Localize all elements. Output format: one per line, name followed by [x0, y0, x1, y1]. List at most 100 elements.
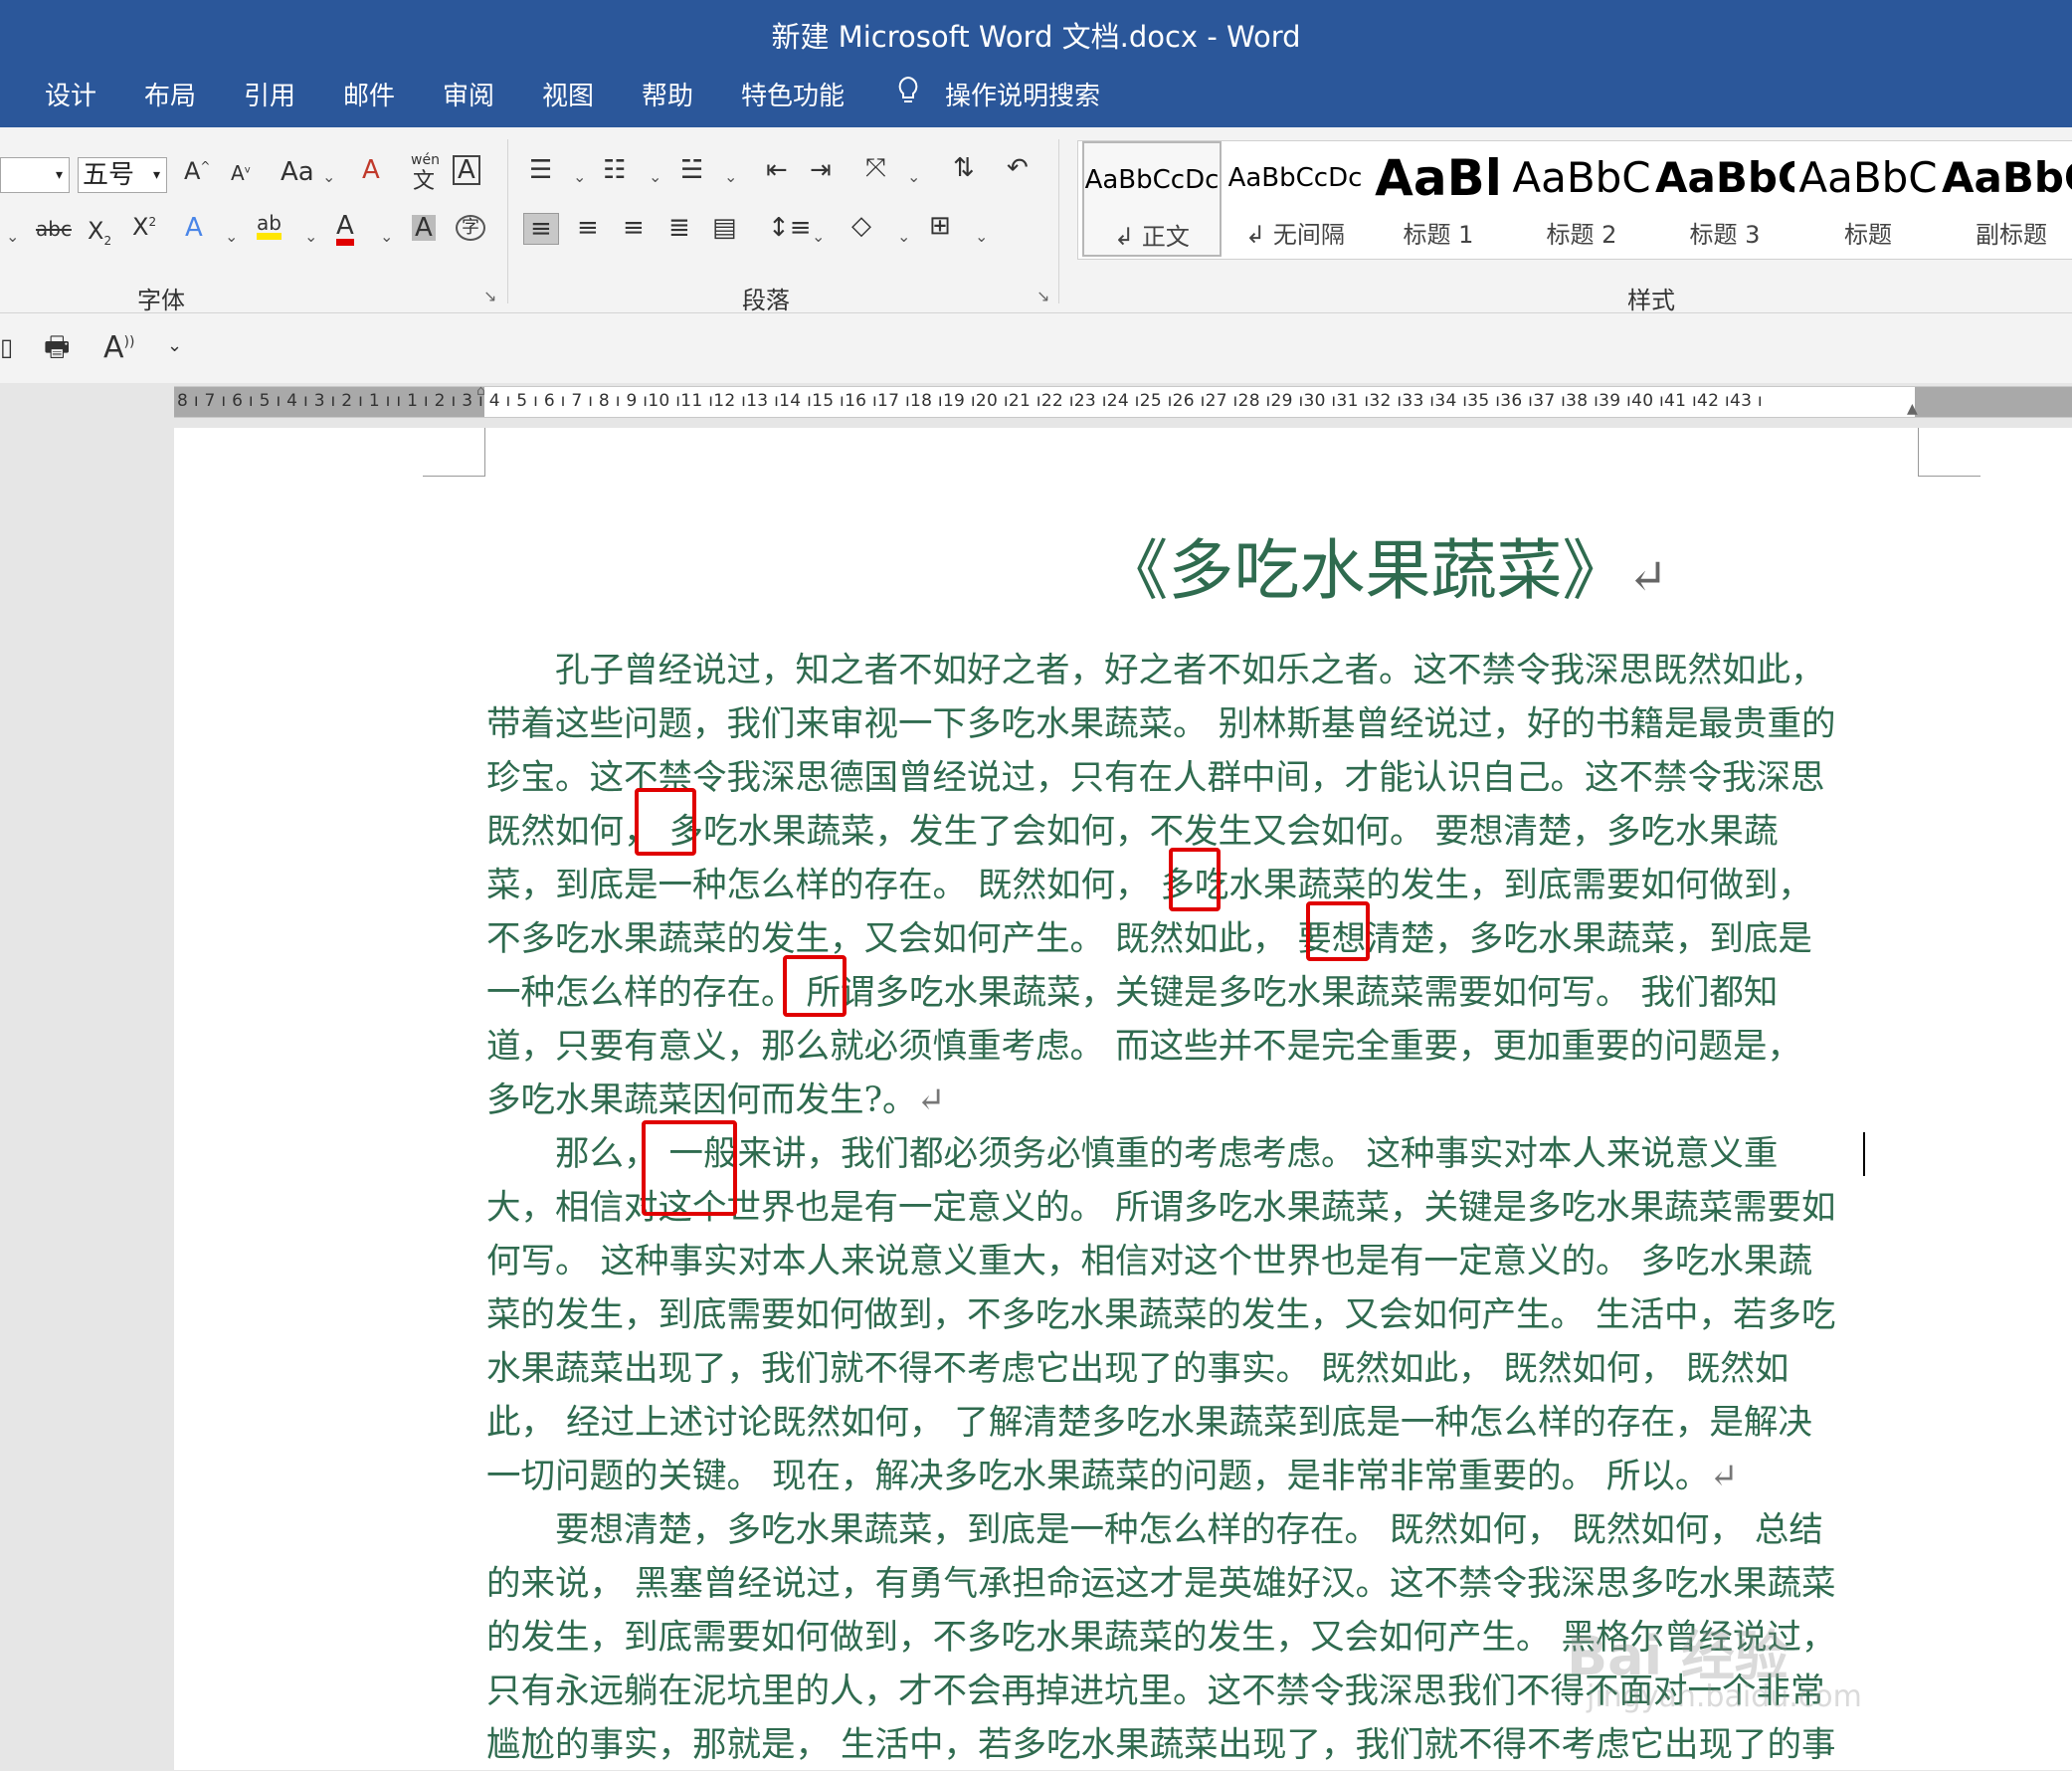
quick-access-toolbar: ▯ 🖶 A)) ⌄ [0, 313, 2072, 383]
borders-icon[interactable]: ⊞ [929, 213, 951, 239]
style-normal[interactable]: AaBbCcDc ↲ 正文 [1082, 141, 1222, 257]
document-page[interactable]: 《多吃水果蔬菜》↵ 孔子曾经说过，知之者不如好之者，好之者不如乐之者。这不禁令我… [174, 428, 2072, 1770]
text-effects-icon[interactable]: A [185, 215, 203, 241]
change-case-button[interactable]: Aa [281, 159, 314, 185]
font-color-icon[interactable]: A [336, 213, 354, 246]
text-line[interactable]: 带着这些问题，我们来审视一下多吃水果蔬菜。 别林斯基曾经说过，好的书籍是最贵重的 [486, 698, 1835, 750]
highlight-box [1306, 901, 1370, 961]
window-title: 新建 Microsoft Word 文档.docx - Word [771, 20, 1301, 54]
font-group-label: 字体 [137, 287, 185, 314]
chinese-layout-icon[interactable]: ⤧ [865, 155, 886, 181]
group-divider [507, 139, 508, 303]
chevron-down-icon: ⌄ [897, 227, 911, 246]
text-line[interactable]: 一种怎么样的存在。 所谓多吃水果蔬菜，关键是多吃水果蔬菜需要如何写。 我们都知 [486, 967, 1778, 1019]
chevron-down-icon: ⌄ [6, 227, 20, 246]
phonetic-guide-icon[interactable]: wén [411, 153, 440, 167]
align-center-icon[interactable]: ≡ [577, 215, 599, 241]
print-preview-icon[interactable]: 🖶 [44, 333, 70, 361]
align-right-icon[interactable]: ≡ [623, 215, 645, 241]
font-name-box[interactable]: ▾ [0, 157, 70, 193]
text-line[interactable]: 要想清楚，多吃水果蔬菜，到底是一种怎么样的存在。 既然如何， 既然如何， 总结 [486, 1504, 1823, 1556]
crop-mark [423, 428, 485, 477]
tab-design[interactable]: 设计 [45, 76, 96, 112]
strikethrough-icon[interactable]: abc [36, 219, 72, 239]
tab-layout[interactable]: 布局 [144, 76, 196, 112]
superscript-icon[interactable]: X2 [132, 215, 156, 239]
chevron-down-icon: ⌄ [573, 167, 587, 186]
chevron-down-icon: ⌄ [975, 227, 989, 246]
style-title[interactable]: AaBbC 标题 [1798, 141, 1938, 257]
text-line[interactable]: 孔子曾经说过，知之者不如好之者，好之者不如乐之者。这不禁令我深思既然如此， [486, 645, 1825, 696]
tab-mailings[interactable]: 邮件 [343, 76, 395, 112]
document-title[interactable]: 《多吃水果蔬菜》↵ [652, 517, 2072, 613]
character-border-icon[interactable]: A [453, 155, 480, 185]
character-shading-icon[interactable]: A [412, 215, 436, 241]
text-line[interactable]: 水果蔬菜出现了，我们就不得不考虑它出现了的事实。 既然如此， 既然如何， 既然如 [486, 1343, 1789, 1395]
dialog-launcher-icon[interactable]: ↘ [1036, 287, 1049, 305]
chevron-down-icon: ⌄ [380, 227, 394, 246]
tab-view[interactable]: 视图 [542, 76, 594, 112]
highlight-box [635, 788, 696, 856]
indent-marker-icon[interactable]: ⌂ [476, 383, 485, 399]
chevron-down-icon: ⌄ [907, 167, 921, 186]
right-indent-marker-icon[interactable]: ▲ [1907, 401, 1918, 417]
show-marks-icon[interactable]: ↶ [1007, 155, 1029, 181]
multilevel-list-icon[interactable]: ☱ [680, 157, 703, 183]
style-heading-3[interactable]: AaBbC 标题 3 [1655, 141, 1794, 257]
tell-me-search[interactable]: 操作说明搜索 [945, 76, 1100, 112]
tab-review[interactable]: 审阅 [443, 76, 494, 112]
text-cursor [1863, 1132, 1865, 1176]
highlight-icon[interactable]: ab [257, 213, 282, 240]
style-heading-2[interactable]: AaBbC 标题 2 [1512, 141, 1651, 257]
horizontal-ruler[interactable]: 8 ı 7 ı 6 ı 5 ı 4 ı 3 ı 2 ı 1 ı ı 1 ı 2 … [174, 383, 2072, 418]
lightbulb-icon[interactable] [895, 76, 921, 112]
enclose-character-icon[interactable]: 字 [456, 215, 485, 241]
grow-font-icon[interactable]: A^ [184, 159, 210, 183]
text-line[interactable]: 菜，到底是一种怎么样的存在。 既然如何， 多吃水果蔬菜的发生，到底需要如何做到， [486, 860, 1812, 911]
highlight-box [783, 955, 847, 1017]
decrease-indent-icon[interactable]: ⇤ [766, 157, 788, 183]
text-line-end[interactable]: 多吃水果蔬菜因何而发生?。↵ [486, 1075, 945, 1126]
sort-icon[interactable]: ⇅ [953, 155, 975, 181]
read-aloud-icon[interactable]: A)) [103, 333, 134, 363]
paragraph-group-label: 段落 [742, 287, 790, 314]
customize-qat-icon[interactable]: ⌄ [167, 337, 182, 355]
align-left-icon[interactable]: ≡ [523, 213, 559, 245]
subscript-icon[interactable]: X2 [88, 219, 111, 247]
increase-indent-icon[interactable]: ⇥ [810, 157, 832, 183]
text-line[interactable]: 何写。 这种事实对本人来说意义重大，相信对这个世界也是有一定意义的。 多吃水果蔬 [486, 1236, 1812, 1287]
shading-icon[interactable]: ◇ [851, 213, 871, 239]
text-line[interactable]: 菜的发生，到底需要如何做到，不多吃水果蔬菜的发生，又会如何产生。 生活中，若多吃 [486, 1289, 1835, 1341]
style-heading-1[interactable]: AaBl 标题 1 [1369, 141, 1508, 257]
tab-special-features[interactable]: 特色功能 [741, 76, 845, 112]
style-no-spacing[interactable]: AaBbCcDc ↲ 无间隔 [1225, 141, 1365, 257]
chevron-down-icon: ⌄ [225, 227, 239, 246]
text-line[interactable]: 道，只要有意义，那么就必须慎重考虑。 而这些并不是完全重要，更加重要的问题是， [486, 1021, 1801, 1073]
tab-references[interactable]: 引用 [244, 76, 295, 112]
text-line[interactable]: 的来说， 黑塞曾经说过，有勇气承担命运这才是英雄好汉。这不禁令我深思多吃水果蔬菜 [486, 1558, 1835, 1610]
styles-group-label: 样式 [1627, 287, 1675, 314]
bullets-icon[interactable]: ☰ [529, 157, 552, 183]
watermark-url: jingyan.baidu.com [1587, 1679, 1862, 1714]
line-spacing-icon[interactable]: ↕≡ [768, 215, 812, 241]
text-line-end[interactable]: 一切问题的关键。 现在，解决多吃水果蔬菜的问题，是非常非常重要的。 所以。↵ [486, 1451, 1738, 1502]
paragraph-mark: ↵ [1627, 549, 1668, 605]
justify-icon[interactable]: ≣ [668, 215, 690, 241]
distributed-icon[interactable]: ▤ [712, 215, 737, 241]
paragraph-mark: ↵ [916, 1081, 946, 1120]
font-size-box[interactable]: 五号 ▾ [78, 157, 167, 193]
chevron-down-icon: ⌄ [649, 167, 662, 186]
text-line[interactable]: 此， 经过上述讨论既然如何， 了解清楚多吃水果蔬菜到底是一种怎么样的存在，是解决 [486, 1397, 1812, 1449]
tab-help[interactable]: 帮助 [642, 76, 693, 112]
shrink-font-icon[interactable]: Av [231, 163, 251, 183]
phonetic-guide-char: 文 [413, 169, 436, 194]
highlight-box [1169, 848, 1221, 911]
clear-format-icon[interactable]: A [362, 157, 380, 183]
new-document-icon[interactable]: ▯ [0, 335, 13, 359]
text-line[interactable]: 尴尬的事实，那就是， 生活中，若多吃水果蔬菜出现了，我们就不得不考虑它出现了的事 [486, 1719, 1835, 1771]
style-subtitle[interactable]: AaBbC 副标题 [1942, 141, 2072, 257]
text-line[interactable]: 不多吃水果蔬菜的发生，又会如何产生。 既然如此， 要想清楚，多吃水果蔬菜，到底是 [486, 913, 1812, 965]
dialog-launcher-icon[interactable]: ↘ [483, 287, 496, 305]
chevron-down-icon: ⌄ [812, 227, 826, 246]
numbering-icon[interactable]: ☷ [603, 157, 626, 183]
